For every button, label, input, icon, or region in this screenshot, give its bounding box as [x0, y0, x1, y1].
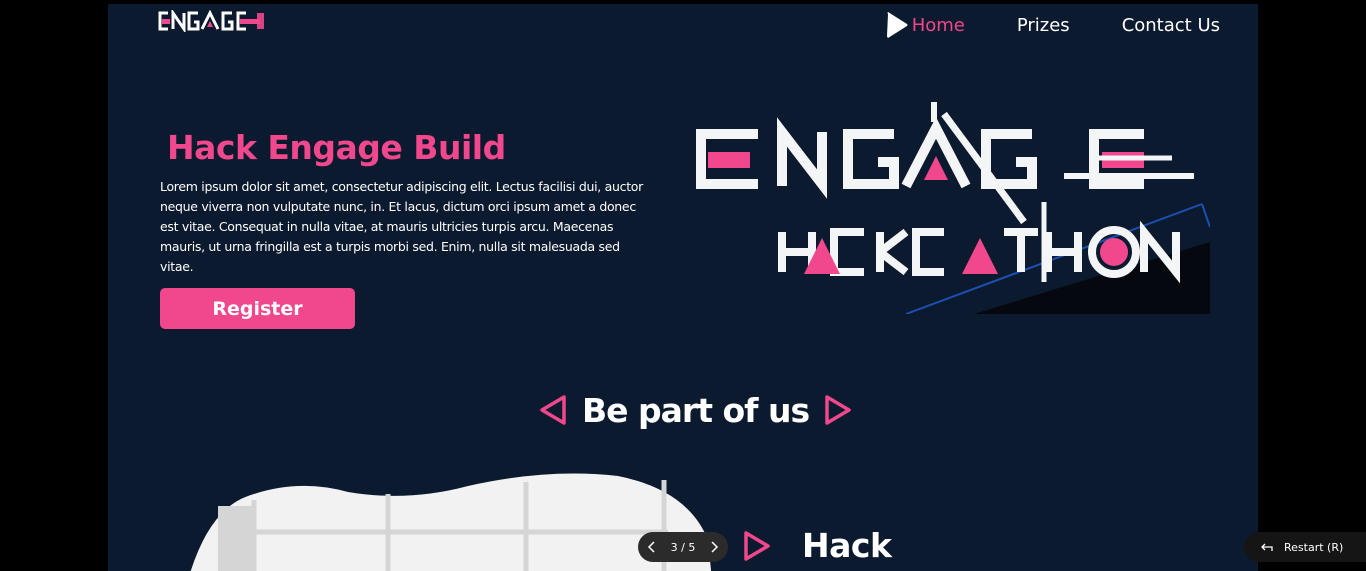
triangle-left-icon: [540, 395, 566, 425]
hack-heading: Hack: [742, 526, 892, 565]
nav-home[interactable]: Home: [884, 11, 965, 39]
engage-hackcathon-logo: [696, 102, 1210, 314]
nav-contact-label: Contact Us: [1121, 14, 1220, 36]
engage-logo[interactable]: [158, 10, 266, 32]
main-nav: Home Prizes Contact Us: [884, 10, 1220, 40]
nav-home-label: Home: [911, 14, 965, 36]
pager-count: 3 / 5: [670, 540, 696, 554]
register-button[interactable]: Register: [160, 288, 355, 329]
nav-prizes-label: Prizes: [1016, 14, 1070, 36]
restart-button[interactable]: Restart (R): [1244, 532, 1366, 562]
section-heading: Be part of us: [538, 388, 853, 432]
slide-pager: 3 / 5: [638, 532, 728, 562]
hero-title: Hack Engage Build: [167, 128, 506, 167]
triangle-right-icon: [825, 395, 851, 425]
page: Home Prizes Contact Us Hack Engage Build…: [108, 4, 1258, 571]
triangle-right-icon: [744, 530, 770, 561]
chevron-right-icon[interactable]: [708, 540, 720, 554]
restart-label: Restart (R): [1284, 540, 1344, 554]
hack-title: Hack: [802, 526, 892, 565]
nav-prizes[interactable]: Prizes: [1017, 15, 1070, 36]
chevron-left-icon[interactable]: [646, 540, 658, 554]
restart-icon: [1261, 543, 1273, 551]
play-icon: [886, 12, 908, 38]
section-title: Be part of us: [582, 390, 810, 430]
hero-description: Lorem ipsum dolor sit amet, consectetur …: [160, 179, 643, 274]
nav-contact-us[interactable]: Contact Us: [1122, 15, 1220, 36]
